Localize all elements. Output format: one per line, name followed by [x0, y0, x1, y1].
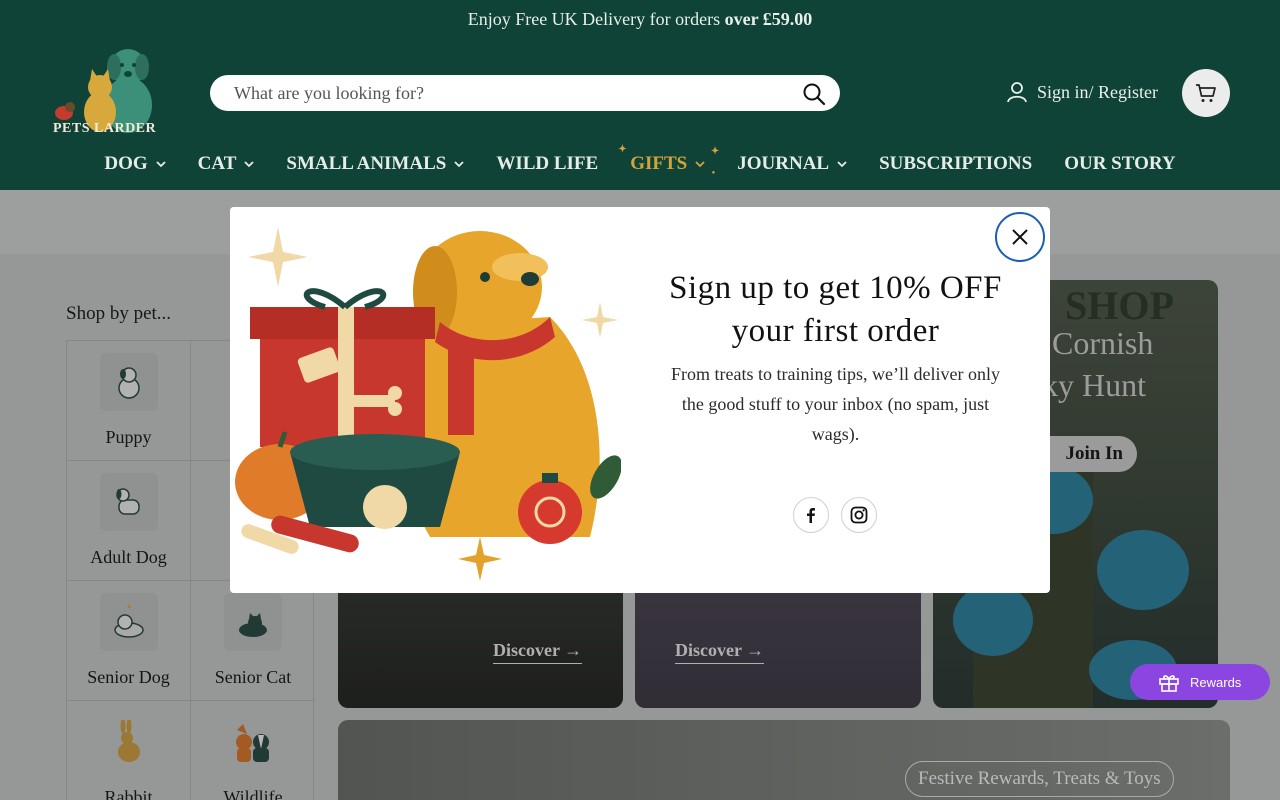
search-icon[interactable] — [802, 82, 826, 106]
logo-wordmark: PETS LARDER — [53, 121, 157, 136]
search-bar[interactable] — [210, 75, 840, 111]
cart-button[interactable] — [1182, 69, 1230, 117]
nav-item-subscriptions[interactable]: SUBSCRIPTIONS — [863, 152, 1048, 176]
close-icon — [1012, 229, 1028, 245]
nav-label: GIFTS — [630, 153, 688, 174]
nav-item-journal[interactable]: JOURNAL — [721, 152, 863, 176]
chevron-down-icon — [454, 161, 464, 168]
user-icon — [1007, 82, 1027, 103]
modal-title: Sign up to get 10% OFF your first order — [669, 270, 1002, 349]
sparkle-icon: ✦ — [618, 144, 627, 155]
chevron-down-icon — [156, 161, 166, 168]
site-header: Enjoy Free UK Delivery for orders over £… — [0, 0, 1280, 190]
instagram-button[interactable] — [841, 497, 877, 533]
nav-label: WILD LIFE — [496, 153, 599, 174]
rewards-button[interactable]: Rewards — [1130, 664, 1270, 700]
nav-item-cat[interactable]: CAT — [182, 152, 271, 176]
sign-in-link[interactable]: Sign in/ Register — [1005, 80, 1158, 104]
facebook-icon — [807, 508, 815, 523]
gift-icon — [1159, 675, 1179, 692]
cart-icon — [1196, 84, 1216, 102]
nav-item-gifts[interactable]: ✦ ✦ ● GIFTS — [614, 144, 721, 176]
nav-item-wild-life[interactable]: WILD LIFE — [480, 152, 614, 176]
nav-label: JOURNAL — [737, 153, 830, 174]
chevron-down-icon — [244, 161, 255, 168]
nav-item-dog[interactable]: DOG — [88, 152, 181, 176]
nav-label: CAT — [197, 153, 237, 174]
modal-illustration — [230, 207, 622, 593]
announcement-threshold: over £59.00 — [724, 9, 813, 29]
nav-item-small-animals[interactable]: SMALL ANIMALS — [270, 152, 480, 176]
chevron-down-icon — [695, 161, 705, 168]
sign-in-label: Sign in/ Register — [1037, 81, 1158, 102]
signup-modal: Sign up to get 10% OFF your first order … — [230, 207, 1050, 593]
modal-description: From treats to training tips, we’ll deli… — [671, 364, 1000, 444]
nav-item-our-story[interactable]: OUR STORY — [1048, 152, 1191, 176]
nav-label: SUBSCRIPTIONS — [879, 153, 1033, 174]
chevron-down-icon — [837, 161, 847, 168]
nav-label: OUR STORY — [1064, 153, 1176, 174]
sparkle-icon: ✦ — [710, 146, 720, 157]
nav-label: SMALL ANIMALS — [286, 153, 447, 174]
facebook-button[interactable] — [793, 497, 829, 533]
instagram-icon — [850, 506, 868, 524]
close-modal-button[interactable] — [995, 212, 1045, 262]
nav-label: DOG — [104, 153, 148, 174]
modal-body: Sign up to get 10% OFF your first order … — [621, 207, 1050, 593]
announcement-text: Enjoy Free UK Delivery for orders — [467, 9, 725, 29]
sparkle-icon: ● — [711, 170, 716, 176]
search-input[interactable] — [234, 82, 774, 104]
announcement-bar: Enjoy Free UK Delivery for orders over £… — [0, 9, 1280, 30]
main-nav: DOG CAT SMALL ANIMALS WILD LIFE ✦ ✦ ● GI… — [0, 144, 1280, 176]
rewards-label: Rewards — [1190, 674, 1242, 690]
